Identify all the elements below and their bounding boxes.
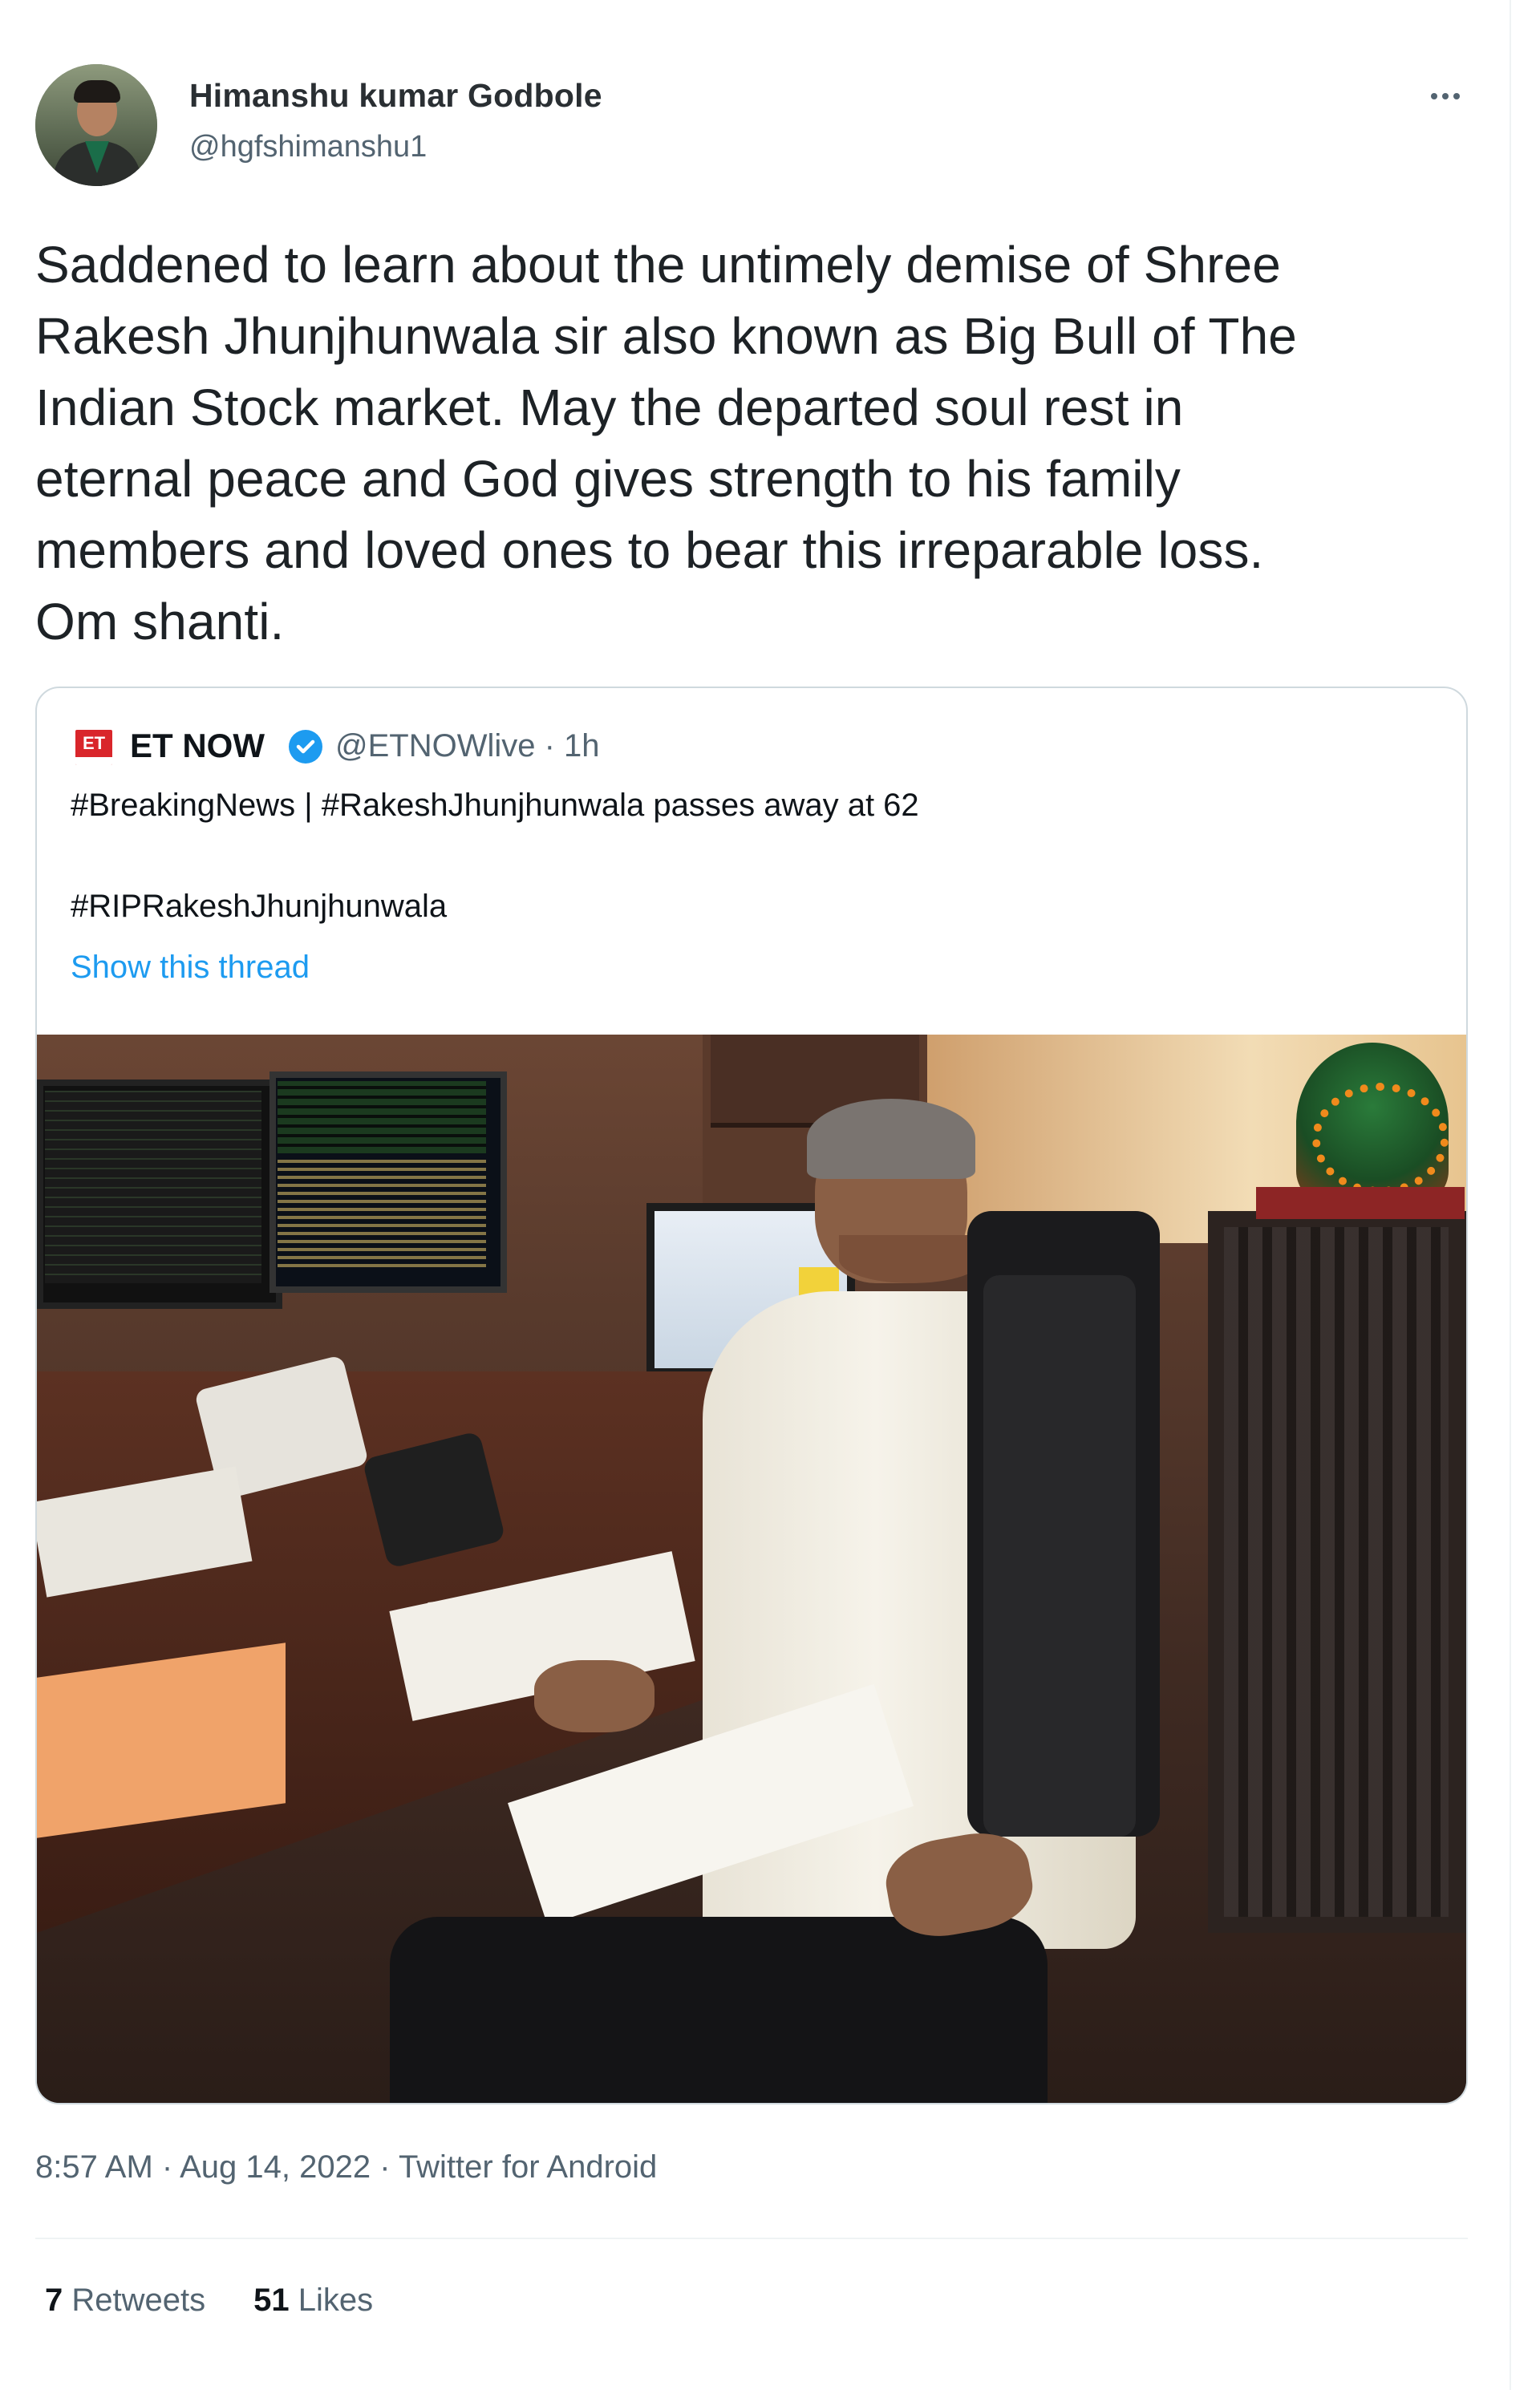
author-name[interactable]: Himanshu kumar Godbole xyxy=(189,77,602,115)
et-now-logo: ET xyxy=(75,730,112,765)
divider xyxy=(35,2238,1468,2239)
column-border xyxy=(1510,0,1511,2390)
quoted-photo[interactable] xyxy=(37,1035,1466,2103)
tweet-line: Om shanti. xyxy=(35,593,285,650)
likes-stat[interactable]: 51 Likes xyxy=(253,2283,373,2318)
tweet-source[interactable]: Twitter for Android xyxy=(399,2149,657,2185)
quoted-hashtag: #RIPRakeshJhunjhunwala xyxy=(71,889,448,924)
avatar[interactable] xyxy=(35,64,157,186)
verified-badge-icon xyxy=(289,730,322,764)
tweet-date[interactable]: Aug 14, 2022 xyxy=(180,2149,371,2185)
quoted-text: #BreakingNews | #RakeshJhunjhunwala pass… xyxy=(71,788,919,823)
show-thread-link[interactable]: Show this thread xyxy=(71,950,310,986)
tweet-line: Saddened to learn about the untimely dem… xyxy=(35,236,1281,294)
tweet-meta: 8:57 AM · Aug 14, 2022 · Twitter for And… xyxy=(35,2149,658,2185)
tweet-line: eternal peace and God gives strength to … xyxy=(35,450,1181,508)
author-handle[interactable]: @hgfshimanshu1 xyxy=(189,130,427,164)
quoted-tweet[interactable]: ET ET NOW @ETNOWlive · 1h #BreakingNews … xyxy=(35,687,1468,2104)
quoted-author-name[interactable]: ET NOW xyxy=(130,727,265,765)
tweet-line: Indian Stock market. May the departed so… xyxy=(35,379,1184,436)
tweet-time[interactable]: 8:57 AM xyxy=(35,2149,153,2185)
tweet-text: Saddened to learn about the untimely dem… xyxy=(35,229,1479,658)
tweet-line: members and loved ones to bear this irre… xyxy=(35,521,1264,579)
more-icon[interactable] xyxy=(1421,80,1469,112)
retweets-stat[interactable]: 7 Retweets xyxy=(45,2283,205,2318)
tweet-line: Rakesh Jhunjhunwala sir also known as Bi… xyxy=(35,307,1297,365)
quoted-handle-time[interactable]: @ETNOWlive · 1h xyxy=(335,728,600,764)
tweet-stats: 7 Retweets 51 Likes xyxy=(45,2283,373,2319)
